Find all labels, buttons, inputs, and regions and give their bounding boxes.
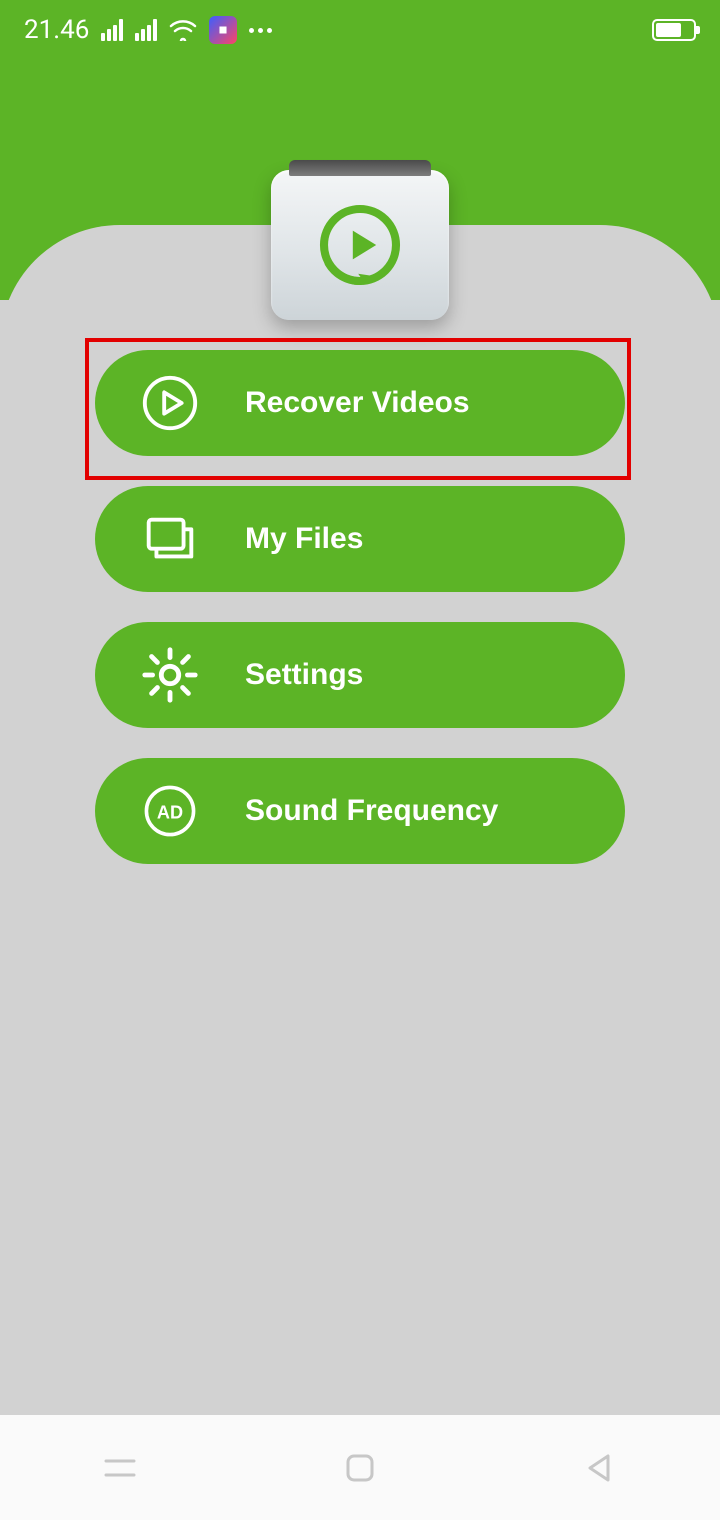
signal-icon: [101, 19, 123, 41]
ad-badge-icon: AD: [95, 782, 245, 840]
back-icon: [584, 1452, 616, 1484]
settings-label: Settings: [245, 658, 625, 692]
settings-button[interactable]: Settings: [95, 622, 625, 728]
app-badge-icon: [209, 16, 237, 44]
wifi-icon: [169, 19, 197, 41]
signal-icon-2: [135, 19, 157, 41]
system-nav-bar: [0, 1415, 720, 1520]
app-logo: [271, 170, 449, 320]
my-files-label: My Files: [245, 522, 625, 556]
more-dots-icon: [249, 28, 272, 33]
recents-icon: [102, 1453, 138, 1483]
sound-frequency-button[interactable]: AD Sound Frequency: [95, 758, 625, 864]
battery-icon: [652, 19, 696, 41]
my-files-button[interactable]: My Files: [95, 486, 625, 592]
recover-videos-label: Recover Videos: [245, 386, 625, 420]
gear-icon: [95, 644, 245, 706]
menu-area: Recover Videos My Files Settings AD Soun…: [95, 350, 625, 864]
play-circle-icon: [95, 372, 245, 434]
home-icon: [344, 1452, 376, 1484]
status-bar: 21.46: [0, 0, 720, 60]
recover-videos-button[interactable]: Recover Videos: [95, 350, 625, 456]
home-button[interactable]: [300, 1438, 420, 1498]
back-button[interactable]: [540, 1438, 660, 1498]
status-time: 21.46: [24, 15, 89, 45]
folder-stack-icon: [95, 508, 245, 570]
recents-button[interactable]: [60, 1438, 180, 1498]
play-recover-icon: [315, 200, 405, 290]
sound-frequency-label: Sound Frequency: [245, 794, 625, 828]
svg-text:AD: AD: [157, 802, 183, 822]
